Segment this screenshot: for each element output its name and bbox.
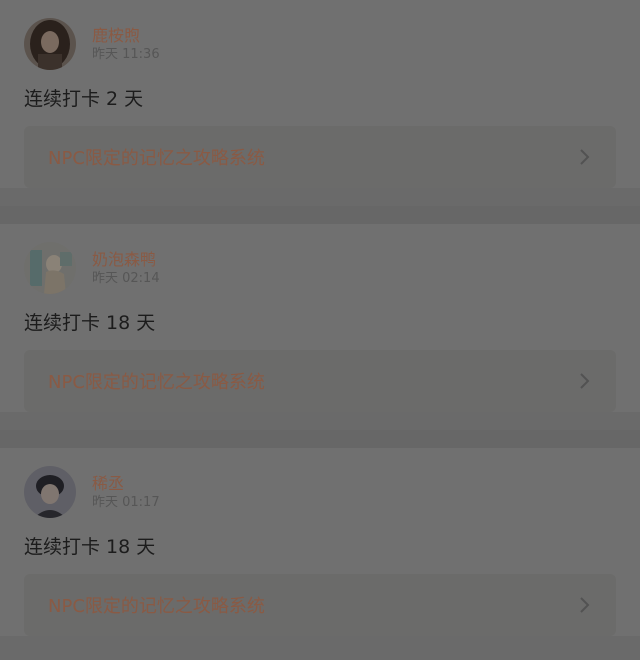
chevron-right-icon: [578, 595, 592, 615]
checkin-text: 连续打卡 18 天: [24, 312, 156, 334]
user-name[interactable]: 稀丞: [92, 474, 160, 494]
user-name[interactable]: 鹿桉煦: [92, 26, 160, 46]
book-link-title: NPC限定的记忆之攻略系统: [48, 596, 265, 617]
user-meta: 鹿桉煦 昨天 11:36: [92, 26, 160, 63]
book-link-title: NPC限定的记忆之攻略系统: [48, 372, 265, 393]
chevron-right-icon: [578, 147, 592, 167]
checkin-text: 连续打卡 2 天: [24, 88, 144, 110]
avatar-image-icon: [24, 18, 76, 70]
post-time: 昨天 02:14: [92, 270, 160, 286]
user-name[interactable]: 奶泡森鸭: [92, 250, 160, 270]
avatar[interactable]: [24, 466, 76, 518]
post-time: 昨天 11:36: [92, 46, 160, 62]
post-separator: [0, 430, 640, 448]
checkin-text: 连续打卡 18 天: [24, 536, 156, 558]
user-meta: 稀丞 昨天 01:17: [92, 474, 160, 511]
user-meta: 奶泡森鸭 昨天 02:14: [92, 250, 160, 287]
post-header: 稀丞 昨天 01:17: [24, 465, 616, 519]
chevron-right-icon: [578, 371, 592, 391]
avatar[interactable]: [24, 18, 76, 70]
book-link-title: NPC限定的记忆之攻略系统: [48, 148, 265, 169]
post-header: 鹿桉煦 昨天 11:36: [24, 17, 616, 71]
post-time: 昨天 01:17: [92, 494, 160, 510]
post-header: 奶泡森鸭 昨天 02:14: [24, 241, 616, 295]
feed: 鹿桉煦 昨天 11:36 连续打卡 2 天 NPC限定的记忆之攻略系统 奶泡森鸭…: [0, 0, 640, 636]
book-link-card[interactable]: NPC限定的记忆之攻略系统: [24, 126, 616, 188]
post-card: 稀丞 昨天 01:17 连续打卡 18 天 NPC限定的记忆之攻略系统: [0, 448, 640, 636]
avatar[interactable]: [24, 242, 76, 294]
post-separator: [0, 206, 640, 224]
avatar-image-icon: [24, 466, 76, 518]
book-link-card[interactable]: NPC限定的记忆之攻略系统: [24, 574, 616, 636]
avatar-image-icon: [24, 242, 76, 294]
post-card: 鹿桉煦 昨天 11:36 连续打卡 2 天 NPC限定的记忆之攻略系统: [0, 0, 640, 188]
book-link-card[interactable]: NPC限定的记忆之攻略系统: [24, 350, 616, 412]
post-card: 奶泡森鸭 昨天 02:14 连续打卡 18 天 NPC限定的记忆之攻略系统: [0, 224, 640, 412]
